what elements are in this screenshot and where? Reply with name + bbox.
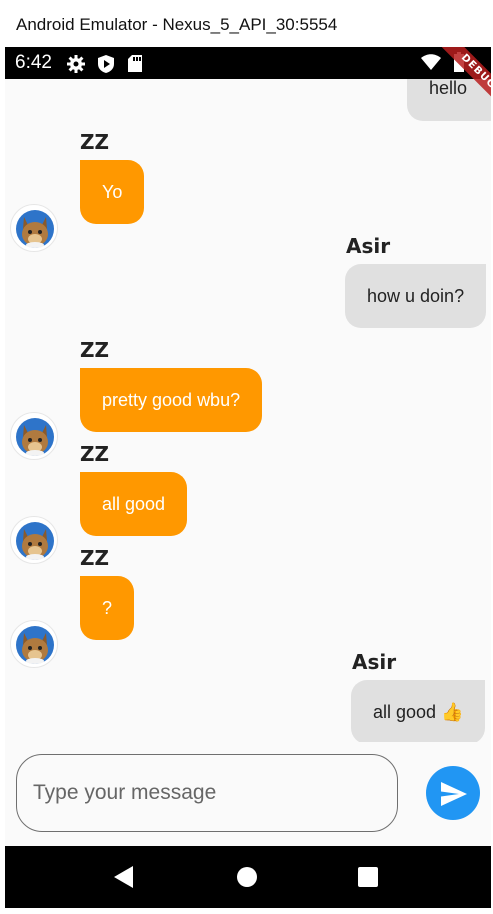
send-button[interactable] xyxy=(426,766,480,820)
message-text: all good xyxy=(102,494,166,514)
device-screen: 6:42 DEBUG hello ZZ Yo Asir how u doin? … xyxy=(5,47,491,908)
send-icon xyxy=(441,782,467,806)
sender-name: ZZ xyxy=(80,130,110,154)
home-icon[interactable] xyxy=(236,866,258,893)
recents-icon[interactable] xyxy=(358,867,378,892)
wifi-icon xyxy=(420,53,442,76)
message-bubble-outgoing: all good 👍 xyxy=(351,680,486,742)
avatar xyxy=(10,204,58,252)
avatar-bunny-icon xyxy=(16,418,54,456)
avatar-bunny-icon xyxy=(16,210,54,248)
message-text: ? xyxy=(102,598,113,618)
play-protect-icon xyxy=(97,54,115,79)
gear-icon xyxy=(66,54,86,79)
message-bubble-incoming: ? xyxy=(80,576,135,640)
avatar-bunny-icon xyxy=(16,522,54,560)
sd-card-icon xyxy=(127,54,143,78)
message-text: Yo xyxy=(102,182,123,202)
sender-name: Asir xyxy=(346,234,391,258)
avatar-bunny-icon xyxy=(16,626,54,664)
message-text: pretty good wbu? xyxy=(102,390,241,410)
sender-name: ZZ xyxy=(80,442,110,466)
window-title: Android Emulator - Nexus_5_API_30:5554 xyxy=(0,0,493,47)
message-input[interactable] xyxy=(16,754,398,832)
chat-list[interactable]: hello ZZ Yo Asir how u doin? ZZ pretty g… xyxy=(5,79,491,742)
status-time: 6:42 xyxy=(15,52,52,73)
message-bubble-incoming: Yo xyxy=(80,160,145,224)
sender-name: ZZ xyxy=(80,546,110,570)
battery-icon xyxy=(453,52,465,77)
sender-name: ZZ xyxy=(80,338,110,362)
message-text: hello xyxy=(429,79,468,98)
avatar xyxy=(10,412,58,460)
avatar xyxy=(10,516,58,564)
message-text: how u doin? xyxy=(367,286,465,306)
sender-name: Asir xyxy=(352,650,397,674)
message-text: all good 👍 xyxy=(373,702,464,722)
status-bar: 6:42 xyxy=(5,47,491,79)
navigation-bar xyxy=(5,846,491,908)
back-icon[interactable] xyxy=(113,865,135,894)
message-bubble-incoming: all good xyxy=(80,472,188,536)
composer xyxy=(5,742,491,846)
message-bubble-outgoing-partial: hello xyxy=(407,79,491,121)
message-bubble-outgoing: how u doin? xyxy=(345,264,487,328)
message-bubble-incoming: pretty good wbu? xyxy=(80,368,263,432)
avatar xyxy=(10,620,58,668)
